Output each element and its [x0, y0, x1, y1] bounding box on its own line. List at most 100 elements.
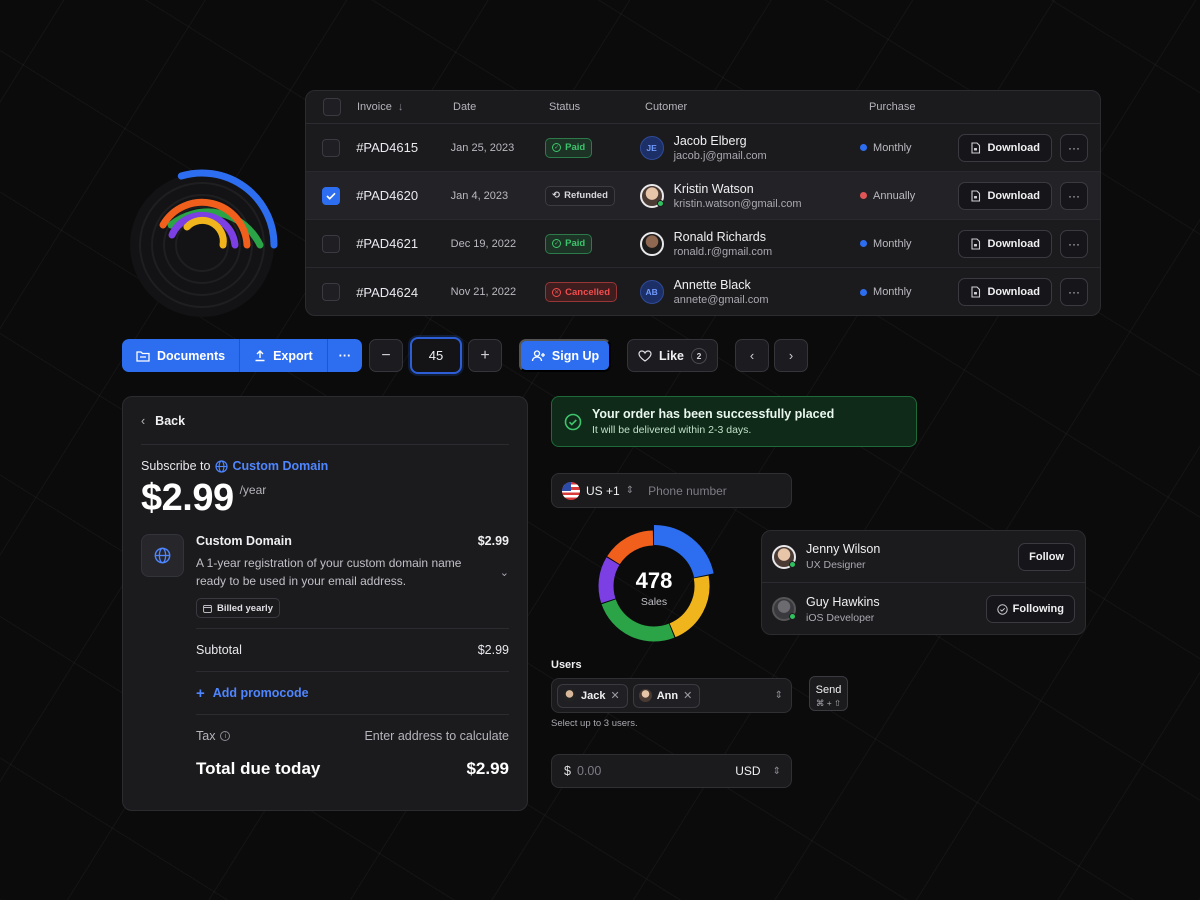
- calendar-icon: [203, 604, 212, 613]
- row-checkbox[interactable]: [322, 186, 341, 205]
- download-button[interactable]: Download: [958, 229, 1052, 258]
- invoice-id: #PAD4620: [356, 188, 419, 203]
- person-row: Guy Hawkins iOS Developer Following: [762, 583, 1085, 635]
- success-alert: Your order has been successfully placed …: [551, 396, 917, 447]
- row-checkbox[interactable]: [322, 138, 341, 157]
- row-more-button[interactable]: ···: [1060, 278, 1088, 306]
- sign-up-button[interactable]: Sign Up: [519, 339, 611, 372]
- phone-input[interactable]: US +1 ⇕ Phone number: [551, 473, 792, 508]
- row-more-button[interactable]: ···: [1060, 181, 1088, 210]
- purchase-type: Monthly: [873, 237, 912, 250]
- table-row: #PAD4620 Jan 4, 2023 ⟲ Refunded Kristin W…: [306, 172, 1100, 220]
- export-button[interactable]: Export: [240, 339, 328, 372]
- document-button-group: Documents Export ···: [122, 339, 363, 372]
- price-period: /year: [239, 483, 267, 497]
- prev-button[interactable]: ‹: [735, 339, 769, 372]
- avatar: AB: [639, 280, 664, 304]
- remove-chip-icon[interactable]: ✕: [610, 689, 619, 702]
- product-link[interactable]: Custom Domain: [215, 459, 328, 473]
- more-horizontal-icon: ···: [1068, 188, 1080, 203]
- item-description: A 1-year registration of your custom dom…: [196, 556, 462, 588]
- currency-symbol: $: [564, 764, 571, 778]
- sort-down-icon[interactable]: ↓: [398, 101, 404, 113]
- download-button[interactable]: Download: [958, 133, 1052, 162]
- tax-label: Tax: [196, 729, 216, 743]
- chevron-down-icon[interactable]: ⌄: [500, 566, 509, 579]
- chevron-updown-icon[interactable]: ⇕: [775, 690, 783, 701]
- invoice-date: Nov 21, 2022: [450, 286, 517, 298]
- alert-subtitle: It will be delivered within 2-3 days.: [592, 424, 752, 436]
- row-checkbox[interactable]: [322, 234, 341, 253]
- status-column-header: Status: [549, 101, 581, 113]
- subtotal-label: Subtotal: [196, 643, 242, 657]
- person-role: iOS Developer: [806, 611, 875, 624]
- select-all-checkbox[interactable]: [322, 98, 341, 116]
- customer-email: jacob.j@gmail.com: [673, 149, 767, 162]
- status-label: Paid: [565, 142, 586, 153]
- users-label: Users: [551, 659, 582, 671]
- tax-value: Enter address to calculate: [364, 729, 509, 743]
- row-more-button[interactable]: ···: [1060, 229, 1088, 258]
- purchase-type: Monthly: [873, 141, 912, 154]
- plus-icon: +: [196, 684, 205, 702]
- avatar: [772, 544, 796, 569]
- x-circle-icon: ✕: [552, 287, 562, 297]
- more-horizontal-icon: ···: [1068, 236, 1080, 251]
- quantity-stepper-input[interactable]: 45: [410, 337, 462, 374]
- more-horizontal-icon: ···: [338, 348, 352, 363]
- like-button[interactable]: Like 2: [627, 339, 718, 372]
- decrement-button[interactable]: −: [369, 339, 403, 372]
- customer-name: Jacob Elberg: [673, 133, 747, 148]
- download-button[interactable]: Download: [958, 278, 1052, 306]
- refund-icon: ⟲: [552, 190, 561, 201]
- back-button[interactable]: ‹ Back: [141, 397, 509, 445]
- info-icon[interactable]: i: [220, 731, 231, 741]
- avatar: [639, 231, 664, 256]
- heart-icon: [638, 349, 652, 362]
- status-badge: ✓ Paid: [545, 233, 593, 254]
- alert-title: Your order has been successfully placed: [592, 407, 835, 421]
- table-row: #PAD4621 Dec 19, 2022 ✓ Paid Ronald Richa…: [306, 220, 1100, 268]
- plus-icon: +: [480, 346, 490, 364]
- chevron-updown-icon[interactable]: ⇕: [773, 766, 781, 777]
- phone-number-field[interactable]: Phone number: [648, 484, 727, 498]
- download-label: Download: [987, 237, 1040, 250]
- following-button[interactable]: Following: [985, 595, 1075, 623]
- send-button[interactable]: Send ⌘ + ⇧: [809, 676, 848, 711]
- row-more-button[interactable]: ···: [1060, 133, 1088, 162]
- purchase-dot: [860, 288, 868, 296]
- add-promocode-button[interactable]: + Add promocode: [196, 685, 309, 702]
- more-horizontal-icon: ···: [1068, 285, 1080, 299]
- donut-segment: [607, 530, 654, 565]
- date-column-header: Date: [453, 101, 477, 113]
- customer-email: annete@gmail.com: [673, 294, 769, 306]
- file-lock-icon: [971, 237, 981, 250]
- chevron-updown-icon[interactable]: ⇕: [626, 485, 634, 496]
- download-button[interactable]: Download: [958, 181, 1052, 210]
- invoice-column-header[interactable]: Invoice ↓: [357, 101, 453, 113]
- user-plus-icon: [531, 349, 545, 361]
- row-checkbox[interactable]: [322, 283, 341, 301]
- amount-input[interactable]: $ 0.00 USD ⇕: [551, 754, 792, 788]
- table-header: Invoice ↓ Date Status Cutomer Purchase: [306, 91, 1100, 124]
- group-more-button[interactable]: ···: [328, 339, 363, 372]
- donut-value: 478: [635, 568, 673, 593]
- users-multiselect[interactable]: Jack ✕ Ann ✕ ⇕: [551, 678, 792, 713]
- chevron-right-icon: ›: [788, 348, 794, 363]
- follow-button[interactable]: Follow: [1018, 542, 1075, 571]
- increment-button[interactable]: +: [468, 339, 502, 372]
- purchase-type: Annually: [873, 189, 916, 202]
- person-name: Jenny Wilson: [806, 542, 881, 556]
- documents-button[interactable]: Documents: [122, 339, 241, 372]
- status-label: Refunded: [564, 190, 608, 201]
- amount-field[interactable]: 0.00: [577, 764, 601, 778]
- currency-select[interactable]: USD: [735, 764, 760, 778]
- item-price: $2.99: [477, 534, 509, 548]
- next-button[interactable]: ›: [774, 339, 808, 372]
- remove-chip-icon[interactable]: ✕: [683, 689, 692, 702]
- file-lock-icon: [971, 189, 981, 202]
- country-code-select[interactable]: US +1: [586, 484, 620, 498]
- invoice-id: #PAD4615: [356, 140, 419, 155]
- customer-name: Kristin Watson: [673, 181, 754, 196]
- avatar: [563, 689, 576, 702]
